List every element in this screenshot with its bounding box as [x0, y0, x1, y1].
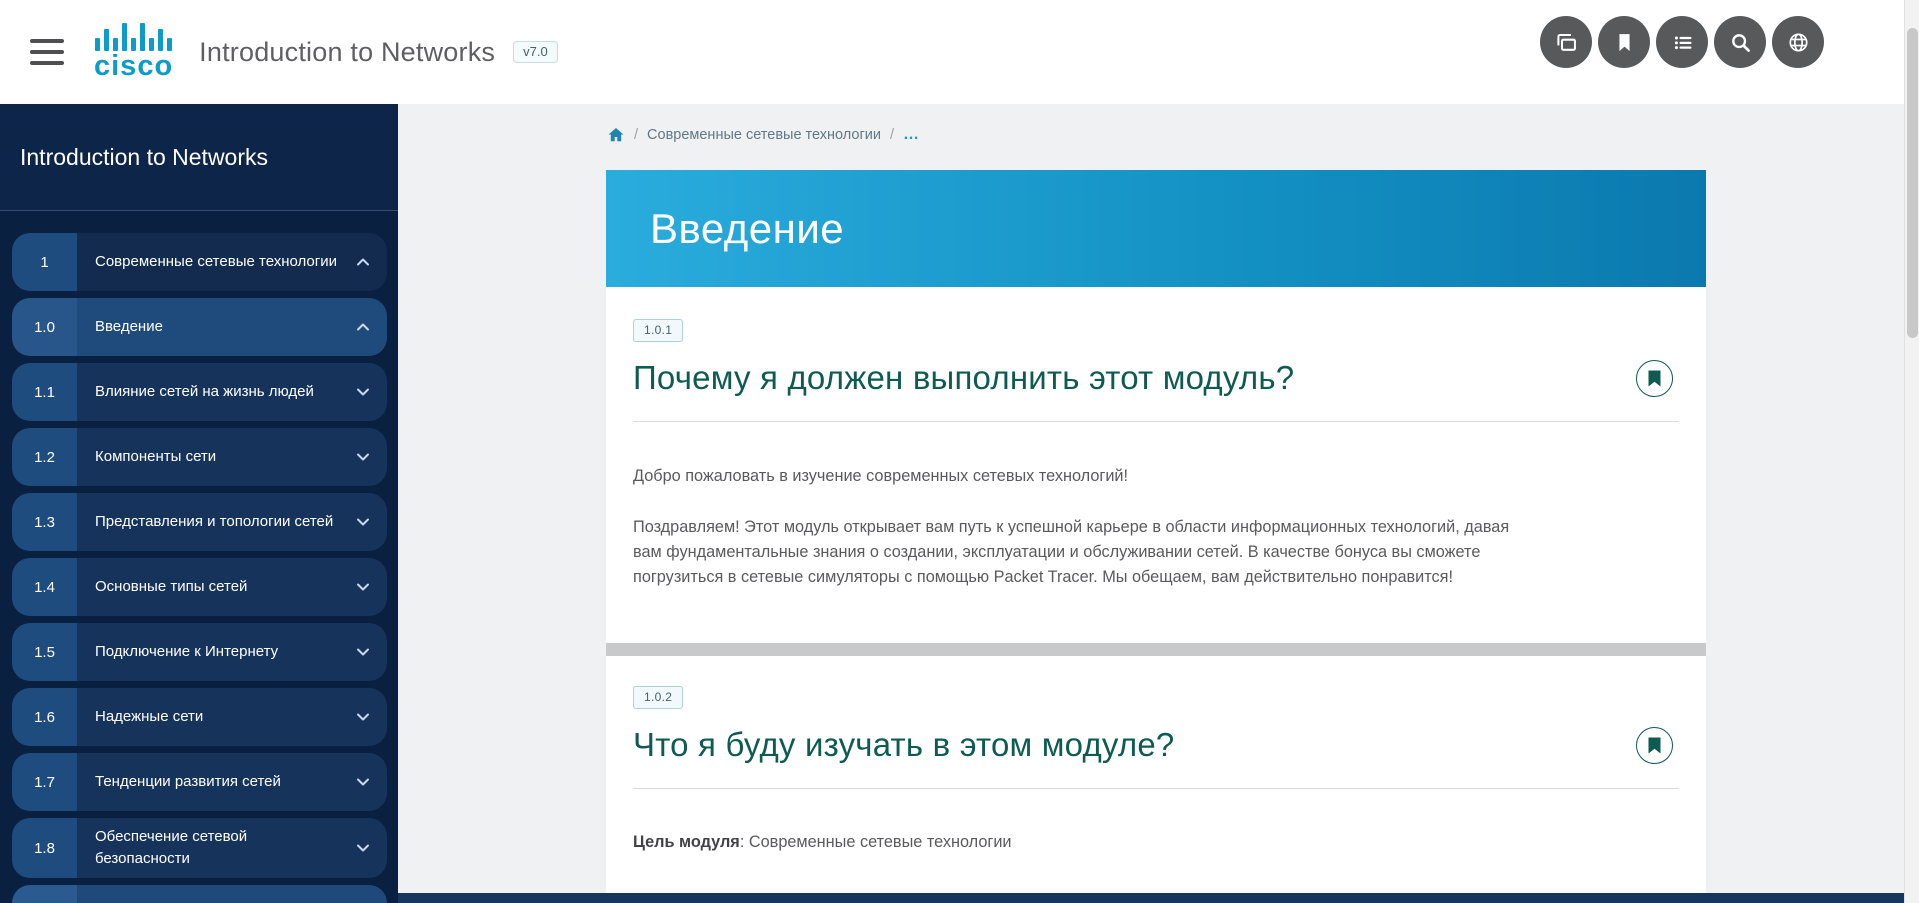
sidebar-item-1-8[interactable]: 1.8 Обеспечение сетевой безопасности [12, 818, 387, 878]
cisco-logo[interactable]: cisco [94, 23, 173, 81]
sidebar-item-number: 1.5 [12, 623, 77, 681]
globe-icon[interactable] [1772, 16, 1824, 68]
chevron-down-icon [352, 706, 374, 728]
sidebar-nav: 1 Современные сетевые технологии 1.0 Вве… [12, 233, 387, 878]
page-scrollbar[interactable] [1904, 0, 1919, 903]
list-icon[interactable] [1656, 16, 1708, 68]
section-bookmark-button[interactable] [1636, 727, 1673, 764]
sidebar-item-label: Современные сетевые технологии [95, 251, 337, 273]
sidebar-item-1-6[interactable]: 1.6 Надежные сети [12, 688, 387, 746]
bookmark-icon[interactable] [1598, 16, 1650, 68]
scrollbar-thumb[interactable] [1907, 28, 1918, 338]
breadcrumb-separator: / [890, 127, 894, 143]
sidebar-item-1-3[interactable]: 1.3 Представления и топологии сетей [12, 493, 387, 551]
sidebar-item-1-2[interactable]: 1.2 Компоненты сети [12, 428, 387, 486]
section-divider-line [633, 788, 1679, 789]
cisco-logo-text: cisco [94, 52, 173, 81]
section-bookmark-button[interactable] [1636, 360, 1673, 397]
module-goal: Цель модуля: Современные сетевые техноло… [633, 833, 1679, 852]
sidebar-item-label: Тенденции развития сетей [95, 771, 281, 793]
chevron-down-icon [352, 771, 374, 793]
sidebar-item-1-1[interactable]: 1.1 Влияние сетей на жизнь людей [12, 363, 387, 421]
sidebar-item-1-4[interactable]: 1.4 Основные типы сетей [12, 558, 387, 616]
chevron-down-icon [352, 446, 374, 468]
header-actions [1540, 16, 1824, 68]
hamburger-menu-icon[interactable] [30, 39, 64, 65]
sidebar-item-label: Обеспечение сетевой безопасности [95, 826, 341, 870]
module-goal-text: : Современные сетевые технологии [740, 833, 1012, 851]
sidebar-item-label: Компоненты сети [95, 446, 216, 468]
section-title: Почему я должен выполнить этот модуль? [633, 359, 1294, 397]
course-sidebar: Introduction to Networks 1 Современные с… [0, 104, 398, 903]
module-banner: Введение [606, 170, 1706, 287]
module-goal-label: Цель модуля [633, 833, 740, 851]
body-paragraph: Поздравляем! Этот модуль открывает вам п… [633, 515, 1533, 590]
chevron-down-icon [352, 381, 374, 403]
lesson-content: Введение 1.0.1 Почему я должен выполнить… [606, 170, 1706, 893]
section-number-badge: 1.0.2 [633, 686, 683, 709]
breadcrumb-separator: / [634, 127, 638, 143]
breadcrumb-ellipsis[interactable]: … [903, 126, 919, 144]
sidebar-item-label: Надежные сети [95, 706, 203, 728]
sidebar-header: Introduction to Networks [0, 104, 398, 211]
app-header: cisco Introduction to Networks v7.0 [0, 0, 1904, 104]
sidebar-item-number: 1.7 [12, 753, 77, 811]
breadcrumb: / Современные сетевые технологии / … [607, 126, 919, 144]
sidebar-item-label: Основные типы сетей [95, 576, 247, 598]
chevron-down-icon [352, 576, 374, 598]
sidebar-item-number: 1.3 [12, 493, 77, 551]
chevron-up-icon [352, 251, 374, 273]
sidebar-course-title: Introduction to Networks [20, 144, 268, 171]
windows-icon[interactable] [1540, 16, 1592, 68]
sidebar-item-number: 1.0 [12, 298, 77, 356]
sidebar-item-number: 1.8 [12, 818, 77, 878]
body-paragraph: Добро пожаловать в изучение современных … [633, 464, 1533, 489]
sidebar-item-number: 1.6 [12, 688, 77, 746]
sidebar-item-number: 1.2 [12, 428, 77, 486]
section-paragraphs: Добро пожаловать в изучение современных … [633, 464, 1679, 590]
sidebar-item-number: 1.4 [12, 558, 77, 616]
sidebar-next-item-peek[interactable] [12, 885, 387, 903]
chevron-down-icon [352, 837, 374, 859]
section-1-0-1: 1.0.1 Почему я должен выполнить этот мод… [633, 287, 1679, 590]
section-title: Что я буду изучать в этом модуле? [633, 726, 1174, 764]
chevron-down-icon [352, 511, 374, 533]
sidebar-item-number: 1.1 [12, 363, 77, 421]
cisco-logo-bars-icon [95, 23, 172, 51]
section-divider-line [633, 421, 1679, 422]
version-badge: v7.0 [513, 41, 558, 63]
section-1-0-2: 1.0.2 Что я буду изучать в этом модуле? … [633, 656, 1679, 852]
breadcrumb-module[interactable]: Современные сетевые технологии [647, 127, 881, 143]
chevron-down-icon [352, 641, 374, 663]
sidebar-item-label: Представления и топологии сетей [95, 511, 333, 533]
sidebar-item-1-0[interactable]: 1.0 Введение [12, 298, 387, 356]
sidebar-item-1-7[interactable]: 1.7 Тенденции развития сетей [12, 753, 387, 811]
sidebar-item-label: Введение [95, 316, 163, 338]
sidebar-item-1[interactable]: 1 Современные сетевые технологии [12, 233, 387, 291]
course-title: Introduction to Networks [199, 37, 495, 68]
section-number-badge: 1.0.1 [633, 319, 683, 342]
banner-title: Введение [650, 205, 844, 253]
sidebar-item-label: Подключение к Интернету [95, 641, 278, 663]
search-icon[interactable] [1714, 16, 1766, 68]
sidebar-item-1-5[interactable]: 1.5 Подключение к Интернету [12, 623, 387, 681]
home-icon[interactable] [607, 126, 625, 144]
sidebar-item-label: Влияние сетей на жизнь людей [95, 381, 314, 403]
section-separator-bar [606, 643, 1706, 656]
chevron-up-icon [352, 316, 374, 338]
sidebar-item-number: 1 [12, 233, 77, 291]
